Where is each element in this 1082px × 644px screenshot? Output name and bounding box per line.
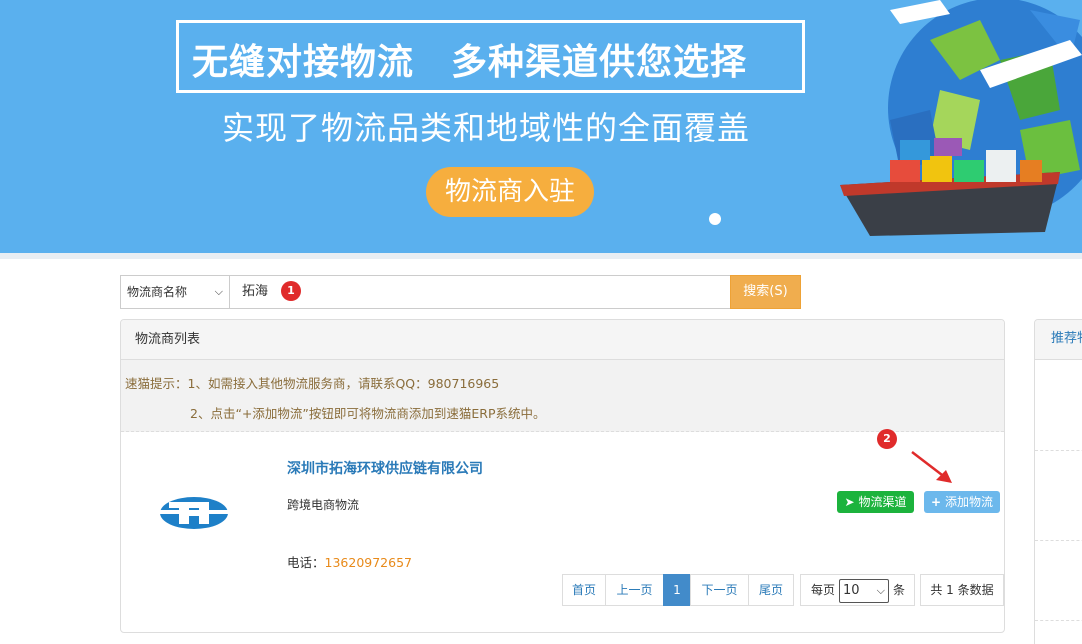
total-count: 共 1 条数据 — [920, 574, 1004, 606]
step-marker: 2 — [877, 429, 897, 449]
banner-title: 无缝对接物流 多种渠道供您选择 — [192, 42, 748, 83]
chevron-down-icon: ⌵ — [214, 285, 223, 298]
tip-line-2: 2、点击“+添加物流”按钮即可将物流商添加到速猫ERP系统中。 — [190, 406, 546, 421]
banner-subtitle: 实现了物流品类和地域性的全面覆盖 — [222, 109, 751, 147]
phone-label: 电话： — [287, 555, 325, 570]
company-type: 跨境电商物流 — [287, 498, 360, 512]
tip-line-1: 速猫提示：1、如需接入其他物流服务商，请联系QQ：980716965 — [125, 376, 500, 391]
company-phone: 电话：13620972657 — [287, 552, 412, 571]
page-size-label: 每页 — [811, 583, 836, 597]
step-marker: 1 — [281, 281, 301, 301]
panel-heading: 物流商列表 — [121, 320, 1004, 360]
divider — [1035, 540, 1082, 541]
globe-ship-illustration — [840, 0, 1082, 236]
join-as-carrier-button[interactable]: 物流商入驻 — [426, 167, 594, 217]
company-name-link[interactable]: 深圳市拓海环球供应链有限公司 — [287, 458, 483, 478]
carousel-dot[interactable] — [709, 213, 721, 225]
page: 无缝对接物流 多种渠道供您选择 实现了物流品类和地域性的全面覆盖 物流商入驻 物… — [0, 0, 1082, 644]
divider — [1035, 450, 1082, 451]
tips-box: 速猫提示：1、如需接入其他物流服务商，请联系QQ：980716965 2、点击“… — [121, 360, 1004, 432]
carrier-list-panel: 物流商列表 速猫提示：1、如需接入其他物流服务商，请联系QQ：980716965… — [120, 319, 1005, 633]
page-first-button[interactable]: 首页 — [562, 574, 606, 606]
add-carrier-button[interactable]: + 添加物流 — [924, 491, 1000, 513]
search-bar: 物流商名称 ⌵ 拓海 搜索(S) — [120, 275, 802, 309]
search-field-select-value: 物流商名称 — [127, 285, 188, 299]
page-size-unit: 条 — [893, 583, 906, 597]
banner-divider — [0, 253, 1082, 259]
tuohai-logo-icon — [159, 497, 229, 529]
page-next-button[interactable]: 下一页 — [690, 574, 749, 606]
add-carrier-label: 添加物流 — [944, 495, 993, 509]
search-input[interactable]: 拓海 — [229, 275, 731, 309]
paper-plane-icon: ➤ — [844, 495, 855, 509]
chevron-down-icon: ⌵ — [876, 584, 885, 597]
page-size-value: 10 — [843, 583, 860, 598]
pointer-arrow-icon — [911, 451, 952, 483]
divider — [1035, 620, 1082, 621]
phone-value: 13620972657 — [324, 555, 412, 570]
plus-icon: + — [931, 495, 942, 509]
page-size-control: 每页 10 ⌵ 条 — [800, 574, 915, 606]
carrier-channels-label: 物流渠道 — [858, 495, 907, 509]
search-button[interactable]: 搜索(S) — [730, 275, 801, 309]
recommend-panel: 推荐物 — [1034, 319, 1082, 644]
carrier-channels-button[interactable]: ➤ 物流渠道 — [837, 491, 914, 513]
page-prev-button[interactable]: 上一页 — [605, 574, 664, 606]
promo-banner[interactable]: 无缝对接物流 多种渠道供您选择 实现了物流品类和地域性的全面覆盖 物流商入驻 — [0, 0, 1082, 253]
page-size-select[interactable]: 10 ⌵ — [839, 579, 889, 603]
search-field-select[interactable]: 物流商名称 ⌵ — [120, 275, 230, 309]
page-current-button[interactable]: 1 — [663, 574, 691, 606]
recommend-heading: 推荐物 — [1035, 320, 1082, 360]
page-last-button[interactable]: 尾页 — [748, 574, 794, 606]
